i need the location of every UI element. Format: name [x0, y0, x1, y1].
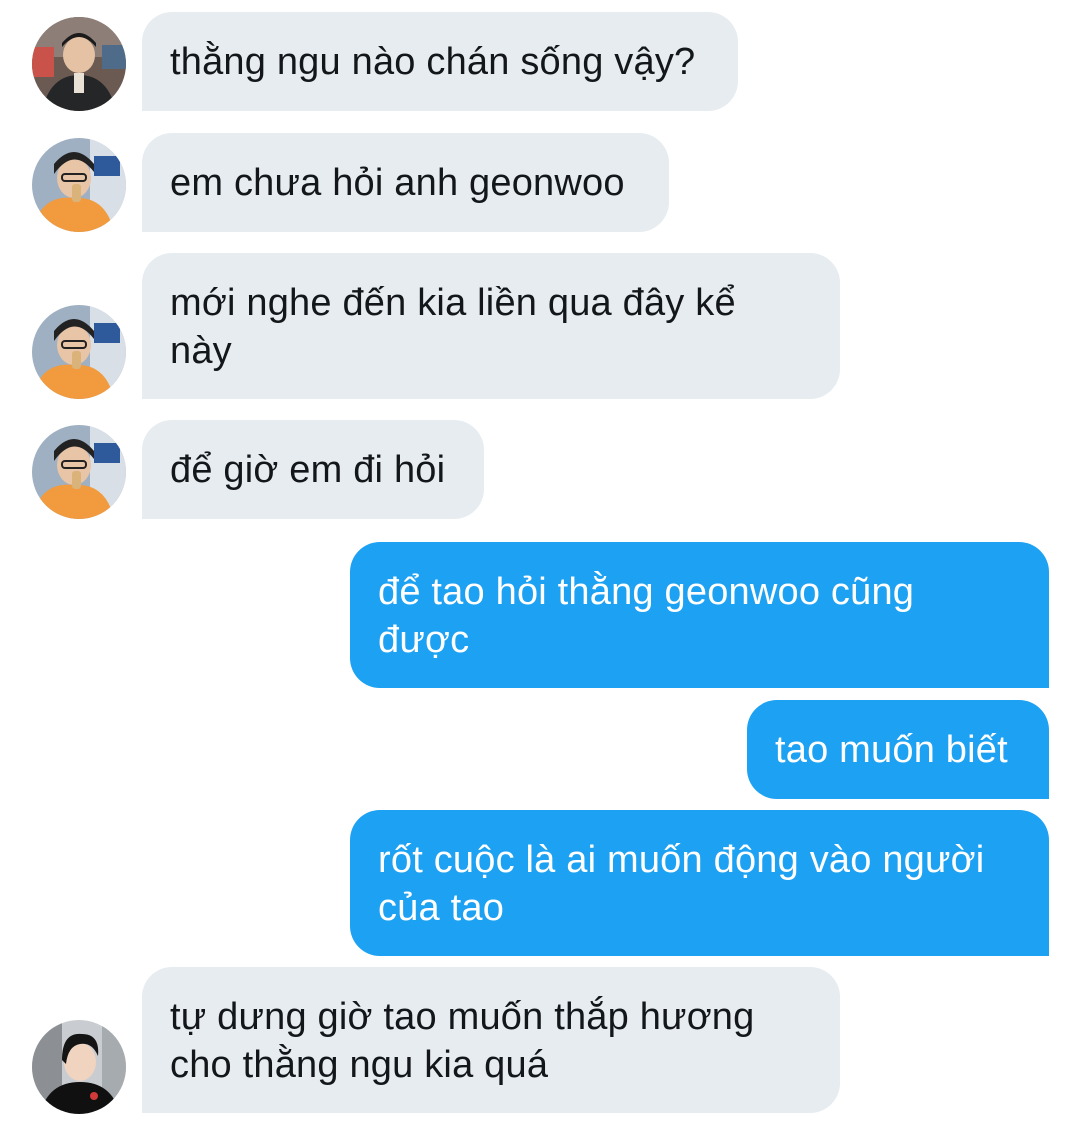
- message-text-line: tự dưng giờ tao muốn thắp hương: [170, 996, 755, 1038]
- avatar-user-2[interactable]: [32, 425, 126, 519]
- message-text: tao muốn biết: [775, 729, 1008, 771]
- message-text-line: được: [378, 619, 470, 661]
- message-bubble-incoming[interactable]: em chưa hỏi anh geonwoo: [142, 133, 669, 232]
- message-bubble-incoming[interactable]: để giờ em đi hỏi: [142, 420, 484, 519]
- message-text-line: rốt cuộc là ai muốn động vào người: [378, 839, 985, 881]
- message-text-line: của tao: [378, 887, 505, 929]
- message-bubble-outgoing[interactable]: để tao hỏi thằng geonwoo cũng được: [350, 542, 1049, 688]
- avatar-icon-user-2: [32, 138, 126, 232]
- message-bubble-outgoing[interactable]: rốt cuộc là ai muốn động vào người của t…: [350, 810, 1049, 956]
- message-text-line: cho thằng ngu kia quá: [170, 1044, 549, 1086]
- message-bubble-outgoing[interactable]: tao muốn biết: [747, 700, 1049, 799]
- avatar-icon-user-2: [32, 425, 126, 519]
- message-bubble-incoming[interactable]: mới nghe đến kia liền qua đây kể này: [142, 253, 840, 399]
- message-text-line: mới nghe đến kia liền qua đây kể: [170, 282, 736, 324]
- message-bubble-incoming[interactable]: tự dưng giờ tao muốn thắp hương cho thằn…: [142, 967, 840, 1113]
- avatar-user-2[interactable]: [32, 138, 126, 232]
- avatar-icon-user-2: [32, 305, 126, 399]
- avatar-user-3[interactable]: [32, 1020, 126, 1114]
- message-text: để giờ em đi hỏi: [170, 449, 446, 491]
- message-text-line: này: [170, 330, 232, 372]
- avatar-user-2[interactable]: [32, 305, 126, 399]
- message-text-line: để tao hỏi thằng geonwoo cũng: [378, 571, 915, 613]
- avatar-icon-user-3: [32, 1020, 126, 1114]
- message-text: thằng ngu nào chán sống vậy?: [170, 41, 696, 83]
- message-bubble-incoming[interactable]: thằng ngu nào chán sống vậy?: [142, 12, 738, 111]
- avatar-user-1[interactable]: [32, 17, 126, 111]
- avatar-icon-user-1: [32, 17, 126, 111]
- message-text: em chưa hỏi anh geonwoo: [170, 162, 625, 204]
